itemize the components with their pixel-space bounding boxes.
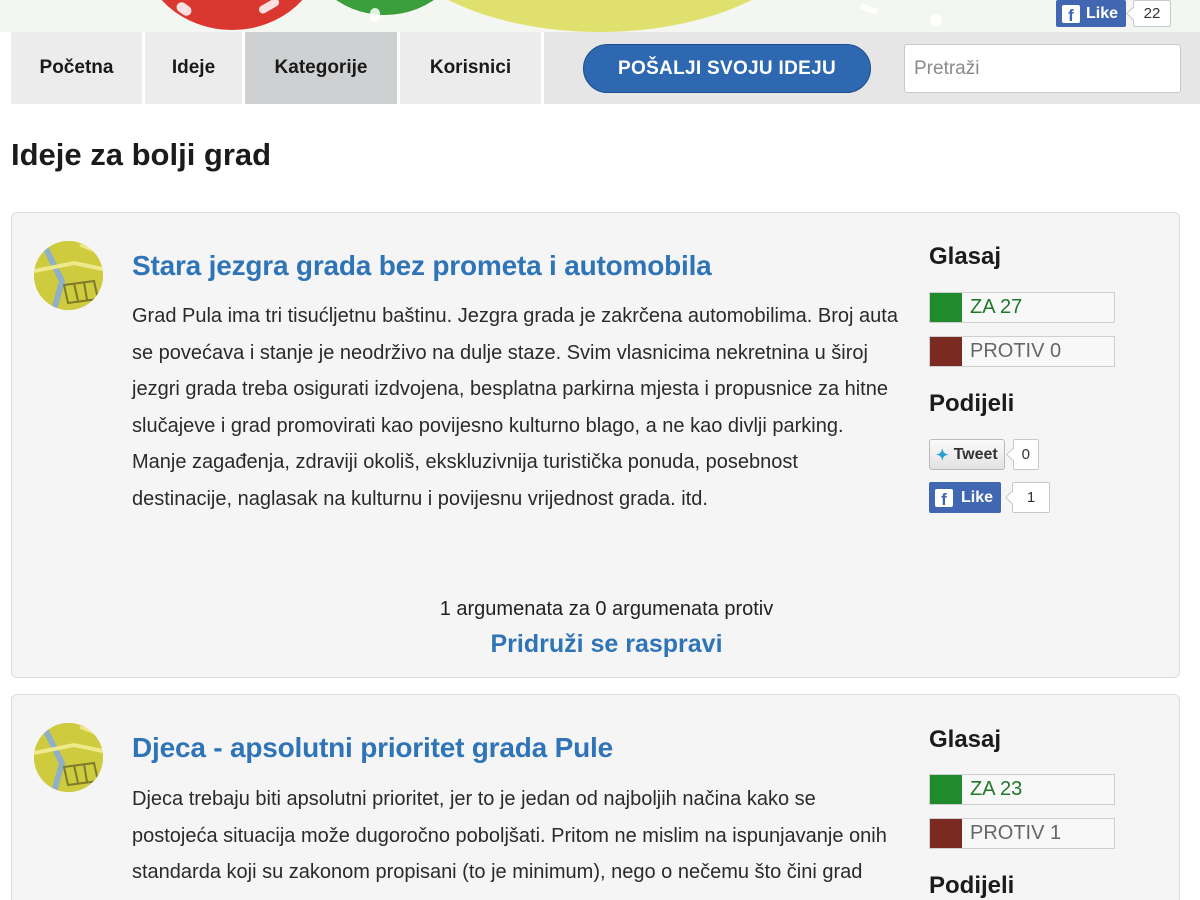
facebook-like-label: Like [1086, 4, 1119, 22]
vote-against-swatch [930, 819, 962, 848]
nav-divider [541, 32, 544, 104]
share-heading: Podijeli [929, 872, 1015, 899]
submit-idea-button[interactable]: POŠALJI SVOJU IDEJU [583, 44, 871, 93]
tweet-label: Tweet [953, 445, 998, 463]
vote-against-button[interactable]: PROTIV 1 [929, 818, 1115, 849]
vote-for-label: ZA 27 [970, 296, 1023, 318]
vote-for-swatch [930, 293, 962, 322]
facebook-like-count: 22 [1133, 0, 1172, 27]
vote-against-button[interactable]: PROTIV 0 [929, 336, 1115, 367]
tweet-button[interactable]: ✦ Tweet [929, 439, 1005, 470]
map-icon [34, 241, 103, 310]
avatar [34, 241, 103, 310]
banner-splash [370, 8, 380, 22]
banner-splash [930, 14, 942, 26]
vote-for-label: ZA 23 [970, 778, 1023, 800]
facebook-like-widget: f Like 22 [1056, 0, 1172, 27]
idea-title[interactable]: Djeca - apsolutni prioritet grada Pule [132, 732, 613, 764]
header-banner: f Like 22 [0, 0, 1200, 32]
tweet-count: 0 [1012, 439, 1039, 470]
facebook-like-button[interactable]: f Like [929, 482, 1002, 513]
avatar [34, 723, 103, 792]
vote-for-swatch [930, 775, 962, 804]
idea-card: Stara jezgra grada bez prometa i automob… [11, 212, 1180, 678]
idea-description: Djeca trebaju biti apsolutni prioritet, … [132, 788, 887, 900]
idea-card: Djeca - apsolutni prioritet grada Pule D… [11, 694, 1180, 900]
idea-description: Grad Pula ima tri tisućljetnu baštinu. J… [132, 305, 898, 510]
nav-item-kategorije[interactable]: Kategorije [245, 32, 400, 104]
vote-against-swatch [930, 337, 962, 366]
facebook-like-button[interactable]: f Like [1056, 0, 1127, 27]
map-icon [34, 723, 103, 792]
facebook-icon: f [935, 488, 953, 508]
arguments-summary: 1 argumenata za 0 argumenata protiv [439, 598, 774, 620]
facebook-icon: f [1062, 4, 1080, 24]
vote-for-button[interactable]: ZA 27 [929, 292, 1115, 323]
main-nav: Početna Ideje Kategorije Korisnici POŠAL… [11, 32, 1200, 104]
facebook-like-widget: f Like 1 [929, 482, 1051, 513]
nav-item-korisnici[interactable]: Korisnici [400, 32, 544, 104]
search-input[interactable] [904, 44, 1181, 93]
idea-title[interactable]: Stara jezgra grada bez prometa i automob… [132, 250, 712, 282]
vote-against-label: PROTIV 1 [970, 822, 1062, 844]
tweet-widget: ✦ Tweet 0 [929, 439, 1039, 470]
share-heading: Podijeli [929, 390, 1015, 417]
join-discussion-link[interactable]: Pridruži se raspravi [12, 630, 1200, 659]
vote-heading: Glasaj [929, 726, 1002, 753]
facebook-like-count: 1 [1012, 482, 1051, 513]
vote-against-label: PROTIV 0 [970, 340, 1062, 362]
page-title: Ideje za bolji grad [11, 137, 272, 172]
nav-item-pocetna[interactable]: Početna [11, 32, 145, 104]
twitter-bird-icon: ✦ [936, 446, 949, 464]
vote-heading: Glasaj [929, 243, 1002, 270]
facebook-like-label: Like [961, 488, 994, 506]
nav-item-ideje[interactable]: Ideje [145, 32, 245, 104]
vote-for-button[interactable]: ZA 23 [929, 774, 1115, 805]
